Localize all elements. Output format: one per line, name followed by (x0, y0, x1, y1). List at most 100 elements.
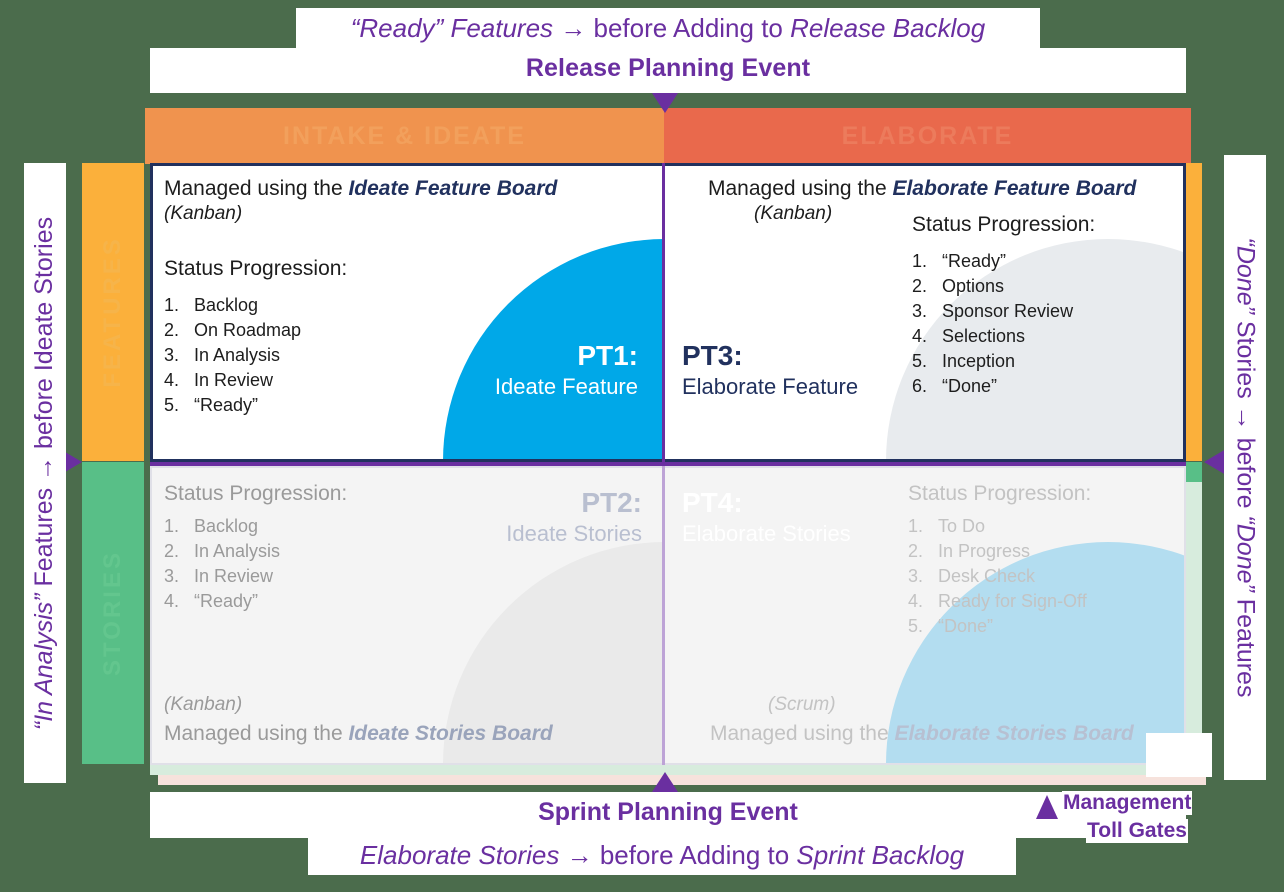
quadrant-pt4[interactable]: Status Progression: 1. To Do 2. In Progres… (664, 462, 1186, 765)
pt2-status-2: In Analysis (194, 541, 281, 561)
phase-label-elaborate: Elaborate (841, 121, 1014, 150)
pt3-status-num-4: 4. (912, 326, 928, 346)
list-item: 5. “Ready” (164, 393, 301, 418)
quadrant-pt3[interactable]: Managed using the Elaborate Feature Boar… (664, 163, 1186, 462)
list-item: 5. Inception (912, 349, 1073, 374)
list-item: 3. Sponsor Review (912, 299, 1073, 324)
release-subtitle-lead: “Ready” Features (350, 13, 561, 43)
left-gate-mid: Features → before Ideate Stories (30, 216, 59, 587)
sprint-planning-title: Sprint Planning Event (538, 798, 798, 826)
pt2-board-lead: Managed using the (164, 722, 349, 745)
phase-header-elaborate: Elaborate (664, 108, 1191, 164)
pt3-status-1: “Ready” (942, 251, 1007, 271)
pt4-board-lead: Managed using the (710, 722, 895, 745)
release-subtitle-tail: Release Backlog (790, 13, 986, 43)
pt1-status-5: “Ready” (194, 395, 259, 415)
release-planning-title: Release Planning Event (525, 54, 811, 82)
matrix-horizontal-divider (150, 462, 1186, 466)
legend-management-toll-gates: Management Toll Gates (1034, 789, 1284, 851)
list-item: 1. Backlog (164, 293, 301, 318)
pt1-status-2: On Roadmap (194, 320, 302, 340)
list-item: 2. On Roadmap (164, 318, 301, 343)
pt1-status-3: In Analysis (194, 345, 281, 365)
pt4-status-num-2: 2. (908, 541, 924, 561)
pt1-method: (Kanban) (164, 203, 243, 224)
list-item: 1. “Ready” (912, 249, 1073, 274)
pt4-status-list: 1. To Do 2. In Progress 3. Desk Check 4. Rea… (908, 514, 1087, 639)
pt3-status-4: Selections (942, 326, 1026, 346)
list-item: 1. To Do (908, 514, 1087, 539)
pt4-status-num-4: 4. (908, 591, 924, 611)
sprint-subtitle-mid: → before Adding to (566, 840, 797, 870)
pt1-status-1: Backlog (194, 295, 259, 315)
pt1-status-title: Status Progression: (164, 257, 348, 280)
pt4-board-line: Managed using the Elaborate Stories Boar… (710, 720, 1134, 747)
pt4-method: (Scrum) (768, 694, 836, 715)
right-gate-tail3: Features (1231, 598, 1260, 698)
pt3-board-line: Managed using the Elaborate Feature Boar… (708, 175, 1136, 202)
phase-label-intake-ideate: Intake & Ideate (283, 121, 526, 150)
pt3-status-num-5: 5. (912, 351, 928, 371)
list-item: 2. In Analysis (164, 539, 280, 564)
list-item: 5. “Done” (908, 614, 1087, 639)
pt4-status-1: To Do (938, 516, 986, 536)
swimlane-tab-stories: STORIES (82, 462, 144, 764)
phase-header-intake-ideate: Intake & Ideate (145, 108, 664, 164)
pt1-status-num-3: 3. (164, 345, 180, 365)
sprint-planning-banner: Sprint Planning Event (150, 792, 1186, 838)
list-item: 3. In Analysis (164, 343, 301, 368)
sprint-planning-subtitle: Elaborate Stories → before Adding to Spr… (308, 835, 1016, 875)
pt1-name-text: Ideate Feature (494, 374, 638, 399)
pt1-code: PT1: (577, 340, 638, 371)
sprint-subtitle-tail: Sprint Backlog (796, 840, 965, 870)
pt2-code: PT2: (581, 487, 642, 518)
pt2-status-1: Backlog (194, 516, 259, 536)
pt1-status-num-5: 5. (164, 395, 180, 415)
pt3-name-text: Elaborate Feature (682, 374, 859, 399)
pt1-label: PT1: Ideate Feature (495, 340, 638, 402)
toll-gate-triangle-left-icon (1204, 449, 1226, 475)
release-planning-banner: Release Planning Event (150, 48, 1186, 93)
pt3-status-num-2: 2. (912, 276, 928, 296)
quadrant-pt1[interactable]: Managed using the Ideate Feature Board (… (150, 163, 664, 462)
list-item: 4. Selections (912, 324, 1073, 349)
left-gate-text: “In Analysis” Features → before Ideate S… (31, 216, 60, 729)
right-gate-lead: “Done” (1231, 237, 1260, 321)
pt2-status-num-2: 2. (164, 541, 180, 561)
pt4-status-5: “Done” (938, 616, 994, 636)
pt4-status-num-1: 1. (908, 516, 924, 536)
right-strip-features (1186, 163, 1202, 461)
pt2-name-text: Ideate Stories (506, 521, 642, 546)
legend-backdrop (1146, 733, 1212, 777)
release-subtitle-mid: → before Adding to (560, 13, 791, 43)
right-gate-banner: “Done” Stories → before “Done” Features (1224, 155, 1266, 780)
legend-triangle-icon (1036, 795, 1058, 819)
list-item: 4. In Review (164, 368, 301, 393)
toll-gate-triangle-up-icon (652, 772, 678, 792)
toll-gate-triangle-down-icon (652, 93, 678, 113)
release-planning-subtitle: “Ready” Features → before Adding to Rele… (296, 8, 1040, 48)
pt1-status-num-2: 2. (164, 320, 180, 340)
pt1-status-num-4: 4. (164, 370, 180, 390)
pt2-method: (Kanban) (164, 694, 243, 715)
pt3-status-list: 1. “Ready” 2. Options 3. Sponsor Review 4. S… (912, 249, 1073, 399)
pt1-board-lead: Managed using the (164, 177, 349, 200)
pt4-status-num-3: 3. (908, 566, 924, 586)
matrix-vertical-divider-bottom (662, 465, 665, 765)
pt2-status-4: “Ready” (194, 591, 259, 611)
pt2-status-num-4: 4. (164, 591, 180, 611)
pt4-board-name: Elaborate Stories Board (894, 722, 1134, 745)
swimlane-label-stories: STORIES (99, 550, 126, 676)
pt2-label: PT2: Ideate Stories (506, 487, 642, 549)
pt2-status-num-1: 1. (164, 516, 180, 536)
pt3-method: (Kanban) (754, 203, 833, 224)
right-gate-text: “Done” Stories → before “Done” Features (1231, 238, 1260, 698)
list-item: 4. Ready for Sign-Off (908, 589, 1087, 614)
quadrant-pt2[interactable]: Status Progression: 1. Backlog 2. In Analy… (150, 462, 664, 765)
pt1-board-line: Managed using the Ideate Feature Board (164, 175, 557, 202)
list-item: 2. Options (912, 274, 1073, 299)
pt3-label: PT3: Elaborate Feature (682, 340, 858, 402)
pt2-board-line: Managed using the Ideate Stories Board (164, 720, 553, 747)
pt3-status-num-6: 6. (912, 376, 928, 396)
pt2-status-3: In Review (194, 566, 274, 586)
